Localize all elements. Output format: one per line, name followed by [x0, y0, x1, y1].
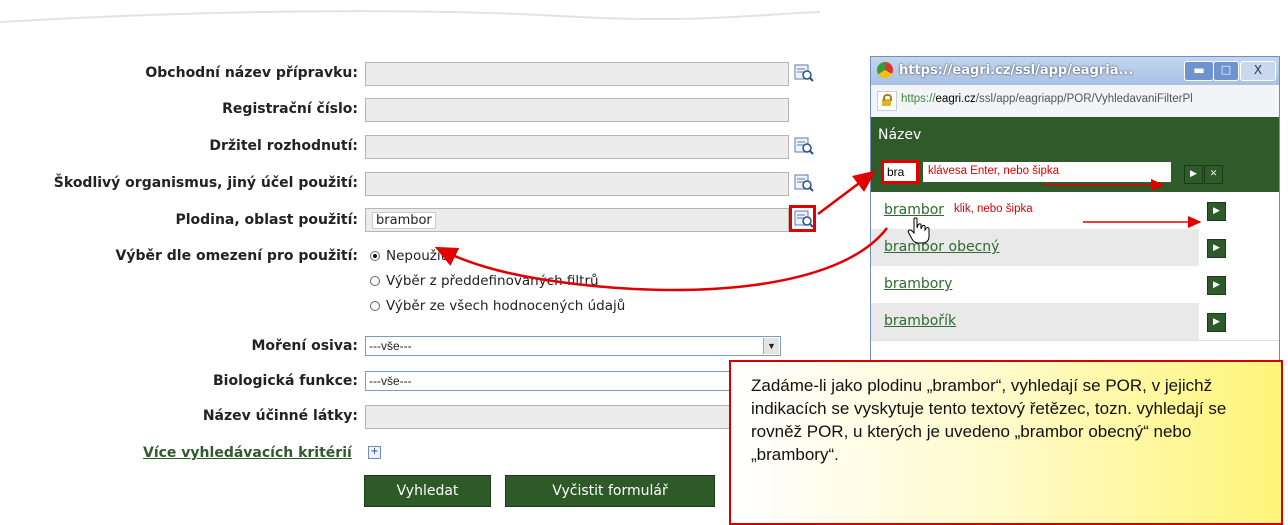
radio-dot — [370, 301, 380, 311]
label-substance: Název účinné látky: — [202, 408, 358, 424]
result-link[interactable]: brambor obecný — [884, 239, 999, 255]
table-row[interactable]: brambor klik, nebo šipka ▶ — [871, 192, 1279, 230]
filter-hint: klávesa Enter, nebo šipka — [928, 165, 1060, 177]
hand-cursor-icon — [907, 217, 930, 244]
substance-input[interactable] — [365, 405, 745, 429]
label-pest: Škodlivý organismus, jiný účel použití: — [53, 175, 358, 191]
select-arrow-button[interactable]: ▶ — [1207, 276, 1226, 295]
note-text: Zadáme-li jako plodinu „brambor“, vyhled… — [751, 376, 1227, 464]
label-bio: Biologická funkce: — [213, 373, 358, 389]
minimize-icon[interactable]: ▬ — [1184, 61, 1214, 81]
radio-option[interactable]: Nepoužito — [370, 248, 454, 264]
radio-dot — [370, 251, 380, 261]
label-restriction: Výběr dle omezení pro použití: — [115, 248, 359, 264]
url-text: https://eagri.cz/ssl/app/eagriapp/POR/Vy… — [901, 93, 1193, 105]
label-holder: Držitel rozhodnutí: — [209, 138, 358, 154]
maximize-icon[interactable]: □ — [1213, 61, 1239, 81]
more-criteria-link[interactable]: Více vyhledávacích kritérií — [143, 445, 352, 461]
result-link[interactable]: brambor — [884, 202, 944, 218]
lock-icon — [877, 91, 897, 111]
close-icon[interactable]: X — [1240, 61, 1276, 81]
filter-hint-box: klávesa Enter, nebo šipka — [923, 162, 1171, 182]
table-row[interactable]: brambor obecný ▶ — [871, 229, 1279, 267]
label-reg-number: Registrační číslo: — [222, 101, 358, 117]
reg-number-input[interactable] — [365, 98, 789, 122]
label-crop: Plodina, oblast použití: — [175, 212, 358, 228]
lookup-icon[interactable] — [794, 174, 814, 192]
select-arrow-button[interactable]: ▶ — [1207, 313, 1226, 332]
filter-clear-button[interactable]: ✕ — [1204, 165, 1223, 184]
annotation-note: Zadáme-li jako plodinu „brambor“, vyhled… — [729, 360, 1283, 525]
popup-title: https://eagri.cz/ssl/app/eagria... — [899, 63, 1134, 78]
crop-input-value: brambor — [372, 212, 436, 229]
chevron-down-icon[interactable]: ▼ — [763, 338, 779, 354]
table-row[interactable]: brambořík ▶ — [871, 303, 1279, 341]
filter-row: bra klávesa Enter, nebo šipka ▶ ✕ — [871, 154, 1279, 192]
label-seed: Moření osiva: — [251, 338, 358, 354]
radio-option[interactable]: Výběr z předdefinovaných filtrů — [370, 273, 599, 289]
bio-select[interactable]: ---vše--- — [365, 371, 731, 391]
trade-name-input[interactable] — [365, 62, 789, 86]
label-trade-name: Obchodní název přípravku: — [145, 65, 358, 81]
expand-plus-icon[interactable]: + — [368, 446, 381, 459]
pest-input[interactable] — [365, 172, 789, 196]
clear-form-button[interactable]: Vyčistit formulář — [505, 475, 715, 507]
result-link[interactable]: brambořík — [884, 313, 956, 329]
top-wave-decoration — [0, 10, 820, 23]
column-header: Název — [878, 127, 922, 143]
radio-dot — [370, 276, 380, 286]
browser-icon — [877, 62, 893, 78]
crop-input[interactable]: brambor — [365, 208, 789, 232]
lookup-icon[interactable] — [794, 64, 814, 82]
crop-lookup-button[interactable] — [789, 205, 816, 232]
seed-select[interactable]: ---vše--- ▼ — [365, 336, 781, 356]
search-button[interactable]: Vyhledat — [364, 475, 491, 507]
table-row[interactable]: brambory ▶ — [871, 266, 1279, 304]
lookup-icon[interactable] — [794, 137, 814, 155]
grid-header: Název — [871, 117, 1279, 154]
filter-input[interactable]: bra — [881, 160, 919, 184]
filter-arrow-button[interactable]: ▶ — [1184, 165, 1203, 184]
holder-input[interactable] — [365, 135, 789, 159]
lookup-icon — [794, 210, 814, 228]
radio-option[interactable]: Výběr ze všech hodnocených údajů — [370, 298, 625, 314]
address-bar: https://eagri.cz/ssl/app/eagriapp/POR/Vy… — [871, 85, 1279, 118]
select-arrow-button[interactable]: ▶ — [1207, 239, 1226, 258]
lookup-popup-window: https://eagri.cz/ssl/app/eagria... ▬ □ X… — [870, 56, 1280, 362]
select-arrow-button[interactable]: ▶ — [1207, 202, 1226, 221]
click-hint: klik, nebo šipka — [954, 203, 1033, 215]
result-link[interactable]: brambory — [884, 276, 952, 292]
popup-titlebar: https://eagri.cz/ssl/app/eagria... ▬ □ X — [871, 57, 1279, 85]
